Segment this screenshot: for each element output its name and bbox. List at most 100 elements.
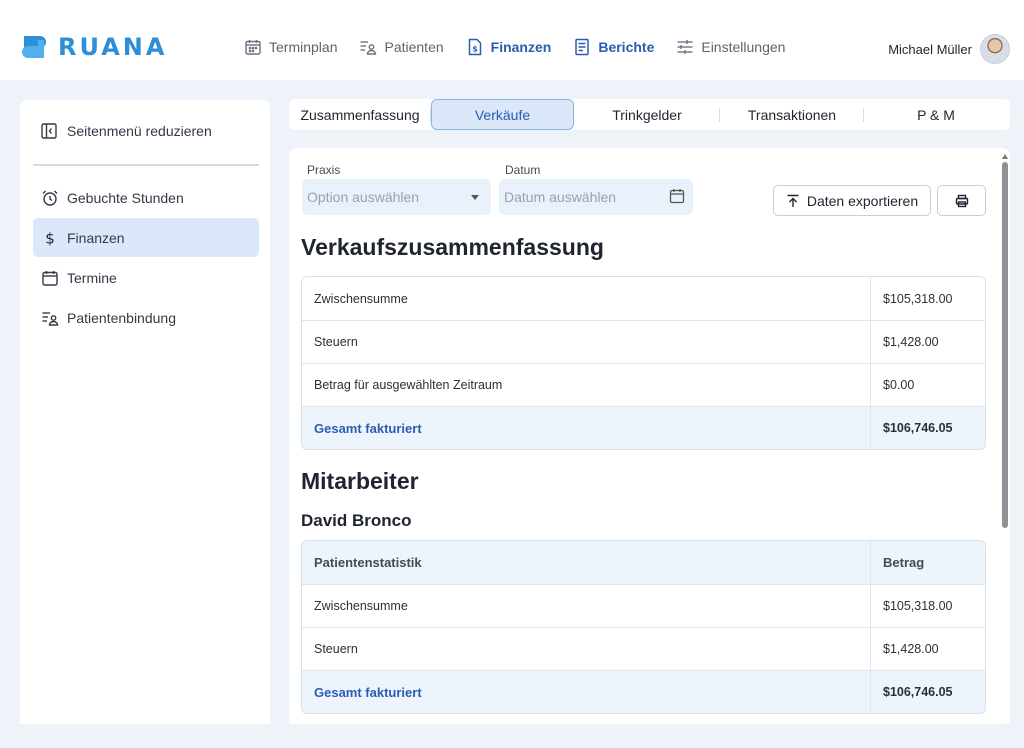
ruana-logo-icon [22, 36, 46, 58]
total-value: $106,746.05 [870, 671, 985, 713]
alarm-clock-icon [42, 190, 58, 206]
row-value: $1,428.00 [870, 628, 985, 670]
tab-label: Transaktionen [747, 106, 837, 123]
staff-stats-table: Patientenstatistik Betrag Zwischensumme … [301, 540, 986, 714]
row-value: $1,428.00 [870, 321, 985, 363]
user-menu[interactable]: Michael Müller [888, 34, 1010, 64]
nav-patienten[interactable]: Patienten [359, 38, 444, 56]
sidebar-item-label: Finanzen [67, 229, 125, 246]
patient-list-icon [360, 41, 377, 55]
calendar-icon [42, 270, 58, 286]
datum-label: Datum [505, 163, 541, 177]
nav-terminplan-label: Terminplan [269, 39, 338, 55]
tab-verkaeufe[interactable]: Verkäufe [431, 99, 574, 130]
sidebar-item-label: Gebuchte Stunden [67, 189, 184, 206]
total-label: Gesamt fakturiert [314, 420, 422, 436]
export-data-label: Daten exportieren [806, 192, 919, 209]
row-value: $105,318.00 [870, 585, 985, 627]
top-navigation-bar: RUANA Terminplan Patienten $ Finanzen Be… [0, 0, 1024, 80]
tab-trinkgelder[interactable]: Trinkgelder [574, 99, 720, 130]
scroll-thumb[interactable] [1002, 162, 1008, 528]
row-label: Zwischensumme [314, 599, 408, 613]
user-name: Michael Müller [888, 41, 972, 57]
tab-label: P & M [917, 106, 955, 123]
tab-label: Trinkgelder [612, 106, 682, 123]
nav-berichte-label: Berichte [598, 39, 655, 55]
row-label: Steuern [314, 642, 358, 656]
calendar-icon [669, 189, 685, 204]
table-header-row: Patientenstatistik Betrag [302, 541, 985, 584]
nav-einstellungen[interactable]: Einstellungen [676, 38, 785, 56]
collapse-sidebar-button[interactable]: Seitenmenü reduzieren [40, 122, 212, 140]
brand-name: RUANA [58, 33, 168, 61]
staff-person-name: David Bronco [301, 511, 412, 530]
total-value: $106,746.05 [870, 407, 985, 449]
sliders-icon [677, 40, 693, 54]
nav-patienten-label: Patienten [384, 39, 444, 55]
nav-finanzen-label: Finanzen [490, 39, 552, 55]
sidebar-item-label: Termine [67, 269, 117, 286]
datum-placeholder: Datum auswählen [504, 189, 617, 205]
svg-text:$: $ [472, 45, 478, 54]
dollar-icon: $ [45, 229, 55, 247]
sidebar: Seitenmenü reduzieren Gebuchte Stunden $… [20, 100, 270, 724]
table-total-row: Gesamt fakturiert $106,746.05 [302, 670, 985, 713]
nav-finanzen[interactable]: $ Finanzen [466, 38, 552, 56]
datum-picker[interactable]: Datum auswählen [499, 179, 693, 215]
table-row: Zwischensumme $105,318.00 [302, 584, 985, 627]
header-value: Betrag [870, 541, 985, 584]
row-label: Betrag für ausgewählten Zeitraum [314, 378, 503, 392]
praxis-select[interactable]: Option auswählen [302, 179, 491, 215]
tab-label: Verkäufe [474, 106, 531, 123]
printer-icon [955, 194, 968, 207]
table-total-row: Gesamt fakturiert $106,746.05 [302, 406, 985, 449]
table-row: Steuern $1,428.00 [302, 627, 985, 670]
print-button[interactable] [937, 185, 986, 216]
nav-einstellungen-label: Einstellungen [701, 39, 786, 55]
tab-label: Zusammenfassung [300, 106, 420, 123]
total-label: Gesamt fakturiert [314, 684, 422, 700]
table-row: Steuern $1,428.00 [302, 320, 985, 363]
sales-summary-table: Zwischensumme $105,318.00 Steuern $1,428… [301, 276, 986, 450]
row-value: $0.00 [870, 364, 985, 406]
sidebar-item-label: Patientenbindung [67, 309, 176, 326]
report-tabs: Zusammenfassung Verkäufe Trinkgelder Tra… [289, 99, 1010, 130]
table-row: Zwischensumme $105,318.00 [302, 277, 985, 320]
row-label: Zwischensumme [314, 291, 408, 306]
brand-logo[interactable]: RUANA [20, 33, 167, 61]
report-icon [575, 38, 590, 56]
header-label: Patientenstatistik [314, 555, 422, 570]
nav-terminplan[interactable]: Terminplan [244, 38, 337, 56]
sidebar-divider [33, 164, 259, 166]
content-panel: Praxis Option auswählen Datum Datum ausw… [289, 148, 1010, 724]
upload-icon [787, 194, 799, 207]
sales-summary-title: Verkaufszusammenfassung [301, 234, 604, 260]
praxis-placeholder: Option auswählen [307, 189, 420, 205]
calendar-icon [245, 40, 261, 55]
praxis-label: Praxis [307, 163, 341, 177]
nav-berichte[interactable]: Berichte [573, 38, 654, 56]
chevron-down-icon [471, 195, 479, 200]
row-label: Steuern [314, 335, 358, 349]
collapse-sidebar-label: Seitenmenü reduzieren [67, 123, 212, 139]
table-row: Betrag für ausgewählten Zeitraum $0.00 [302, 363, 985, 406]
row-value: $105,318.00 [870, 277, 985, 320]
svg-text:$: $ [45, 229, 55, 247]
sidebar-collapse-icon [41, 123, 57, 139]
tab-p-und-m[interactable]: P & M [864, 99, 1008, 130]
vertical-scrollbar[interactable] [1002, 154, 1008, 724]
sidebar-item-termine[interactable]: Termine [33, 258, 259, 297]
sidebar-item-finanzen[interactable]: $ Finanzen [33, 218, 259, 257]
main-nav: Terminplan Patienten $ Finanzen Berichte… [244, 38, 807, 56]
patient-list-icon [42, 311, 59, 326]
export-data-button[interactable]: Daten exportieren [773, 185, 931, 216]
sidebar-item-patientenbindung[interactable]: Patientenbindung [33, 298, 259, 337]
staff-title: Mitarbeiter [301, 468, 419, 494]
scroll-up-arrow-icon[interactable] [1002, 154, 1008, 159]
avatar [980, 34, 1010, 64]
app-window: RUANA Terminplan Patienten $ Finanzen Be… [0, 0, 1024, 724]
sidebar-item-gebuchte-stunden[interactable]: Gebuchte Stunden [33, 178, 259, 217]
tab-transaktionen[interactable]: Transaktionen [720, 99, 864, 130]
invoice-icon: $ [468, 38, 481, 56]
tab-zusammenfassung[interactable]: Zusammenfassung [289, 99, 431, 130]
